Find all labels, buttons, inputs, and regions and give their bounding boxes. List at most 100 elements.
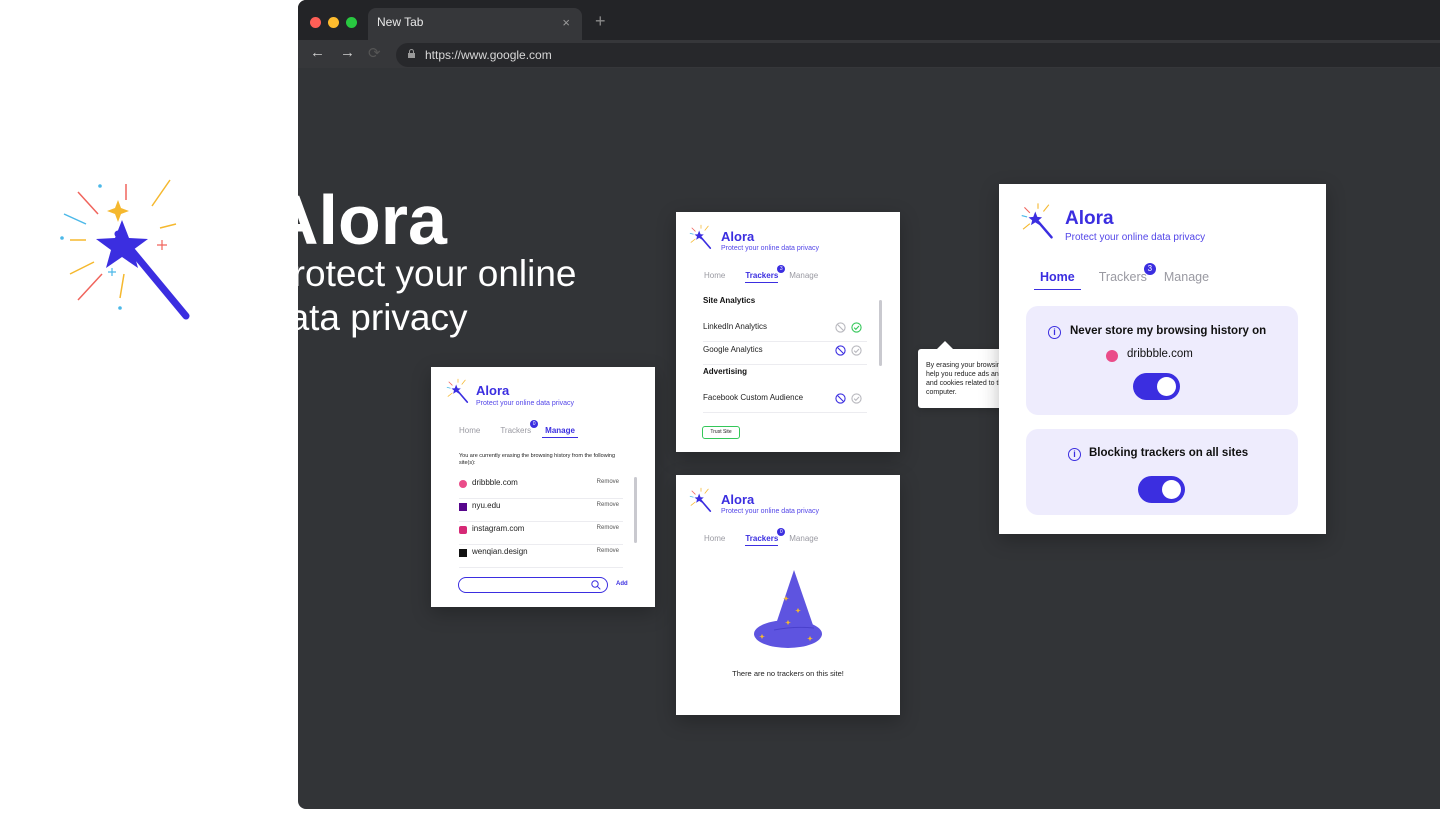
reload-icon[interactable]: ⟳ bbox=[368, 44, 381, 62]
tab-home[interactable]: Home bbox=[1034, 270, 1081, 290]
lock-icon bbox=[408, 49, 415, 58]
tab-title: New Tab bbox=[377, 15, 424, 29]
history-card: i Never store my browsing history on dri… bbox=[1026, 306, 1298, 415]
tab-home[interactable]: Home bbox=[704, 271, 725, 283]
tracker-row: LinkedIn Analytics bbox=[703, 318, 867, 342]
tracker-row: Google Analytics bbox=[703, 341, 867, 365]
tracker-name: LinkedIn Analytics bbox=[703, 322, 768, 331]
panel-tabs: Home Trackers 3 Manage bbox=[704, 265, 818, 283]
info-icon[interactable]: i bbox=[1068, 448, 1081, 461]
tab-trackers[interactable]: Trackers 3 bbox=[1098, 263, 1156, 290]
tab-trackers[interactable]: Trackers 3 bbox=[745, 265, 786, 283]
page: New Tab × + ← → ⟳ https://www.google.com… bbox=[0, 0, 1440, 825]
tab-trackers-label: Trackers bbox=[745, 271, 779, 280]
toggle-knob bbox=[1162, 480, 1181, 499]
trackers-card-title: Blocking trackers on all sites bbox=[1089, 447, 1249, 459]
tab-manage[interactable]: Manage bbox=[1164, 270, 1209, 290]
brand-tagline: Protect your online data privacy bbox=[721, 245, 820, 252]
tab-trackers-label: Trackers bbox=[1098, 270, 1147, 284]
brand-name: Alora bbox=[721, 492, 755, 507]
back-arrow-icon[interactable]: ← bbox=[310, 44, 325, 61]
tab-trackers[interactable]: Trackers 0 bbox=[745, 528, 786, 546]
tab-manage[interactable]: Manage bbox=[789, 271, 818, 283]
tab-trackers-label: Trackers bbox=[745, 534, 779, 543]
trackers-count-badge: 3 bbox=[777, 265, 786, 273]
url-text: https://www.google.com bbox=[425, 48, 552, 62]
minimize-window-dot[interactable] bbox=[328, 17, 339, 28]
address-bar[interactable]: https://www.google.com bbox=[396, 43, 1440, 67]
trackers-card: i Blocking trackers on all sites bbox=[1026, 429, 1298, 515]
tab-manage[interactable]: Manage bbox=[789, 534, 818, 546]
tab-trackers-label: Trackers bbox=[500, 426, 532, 435]
browser-toolbar: ← → ⟳ https://www.google.com bbox=[298, 40, 1440, 68]
site-favicon-icon bbox=[459, 549, 467, 557]
site-row: nyu.edu Remove bbox=[459, 499, 623, 522]
magic-wand-icon bbox=[689, 487, 712, 512]
home-panel: Alora Protect your online data privacy H… bbox=[999, 184, 1326, 534]
history-toggle[interactable] bbox=[1133, 373, 1180, 400]
maximize-window-dot[interactable] bbox=[346, 17, 357, 28]
panel-tabs: Home Trackers 0 Manage bbox=[704, 528, 818, 546]
brand-tagline: Protect your online data privacy bbox=[476, 400, 575, 407]
tab-trackers[interactable]: Trackers 0 bbox=[500, 420, 539, 438]
empty-trackers-panel: Alora Protect your online data privacy H… bbox=[676, 475, 900, 715]
site-favicon-icon bbox=[459, 503, 467, 511]
close-window-dot[interactable] bbox=[310, 17, 321, 28]
magic-wand-icon bbox=[1021, 203, 1053, 239]
wizard-hat-icon bbox=[754, 570, 822, 648]
tracker-section-title: Advertising bbox=[703, 367, 748, 376]
tab-bar: New Tab × + bbox=[298, 0, 1440, 40]
tab-manage[interactable]: Manage bbox=[542, 426, 578, 438]
panel-tabs: Home Trackers 0 Manage bbox=[459, 420, 578, 438]
block-icon[interactable] bbox=[835, 322, 846, 333]
magic-wand-icon bbox=[689, 224, 712, 249]
new-tab-icon[interactable]: + bbox=[595, 11, 606, 32]
site-name: instagram.com bbox=[472, 524, 525, 533]
site-row: wenqian.design Remove bbox=[459, 545, 623, 568]
remove-site-button[interactable]: Remove bbox=[597, 548, 619, 554]
block-icon[interactable] bbox=[835, 345, 846, 356]
no-trackers-message: There are no trackers on this site! bbox=[732, 669, 844, 678]
tracker-name: Facebook Custom Audience bbox=[703, 393, 804, 402]
site-name: nyu.edu bbox=[472, 501, 501, 510]
remove-site-button[interactable]: Remove bbox=[597, 502, 619, 508]
tab-close-icon[interactable]: × bbox=[562, 15, 570, 30]
hero-subtitle: Protect your online data privacy bbox=[298, 253, 577, 338]
trackers-panel: Alora Protect your online data privacy H… bbox=[676, 212, 900, 452]
browser-tab[interactable]: New Tab × bbox=[368, 8, 582, 40]
trackers-count-badge: 3 bbox=[1143, 263, 1156, 275]
block-icon[interactable] bbox=[835, 393, 846, 404]
site-row: dribbble.com Remove bbox=[459, 476, 623, 499]
manage-intro-text: You are currently erasing the browsing h… bbox=[459, 453, 616, 466]
trust-site-button[interactable]: Trust Site bbox=[702, 426, 740, 439]
tab-home[interactable]: Home bbox=[704, 534, 725, 546]
tooltip-arrow bbox=[937, 341, 953, 349]
tab-home[interactable]: Home bbox=[459, 426, 480, 438]
manage-panel: Alora Protect your online data privacy H… bbox=[431, 367, 655, 607]
tracker-row: Facebook Custom Audience bbox=[703, 389, 867, 413]
check-icon[interactable] bbox=[851, 322, 862, 333]
site-list-scrollbar[interactable] bbox=[634, 477, 637, 543]
tracker-section-title: Site Analytics bbox=[703, 296, 756, 305]
site-name: dribbble.com bbox=[472, 478, 518, 487]
add-button[interactable]: Add bbox=[616, 581, 628, 587]
trackers-count-badge: 0 bbox=[530, 420, 539, 428]
remove-site-button[interactable]: Remove bbox=[597, 479, 619, 485]
check-icon[interactable] bbox=[851, 345, 862, 356]
tracker-list-scrollbar[interactable] bbox=[879, 300, 882, 366]
hero-title: Alora bbox=[298, 181, 447, 259]
info-icon[interactable]: i bbox=[1048, 326, 1061, 339]
brand-tagline: Protect your online data privacy bbox=[721, 508, 820, 515]
history-site-name: dribbble.com bbox=[1127, 348, 1193, 360]
brand-name: Alora bbox=[476, 383, 510, 398]
check-icon[interactable] bbox=[851, 393, 862, 404]
remove-site-button[interactable]: Remove bbox=[597, 525, 619, 531]
search-icon bbox=[591, 580, 601, 590]
trackers-count-badge: 0 bbox=[777, 528, 786, 536]
add-site-input[interactable] bbox=[458, 577, 608, 593]
magic-wand-icon bbox=[446, 378, 469, 403]
browser-window: New Tab × + ← → ⟳ https://www.google.com… bbox=[298, 0, 1440, 809]
forward-arrow-icon[interactable]: → bbox=[340, 44, 355, 61]
panel-tabs: Home Trackers 3 Manage bbox=[1034, 263, 1209, 290]
block-trackers-toggle[interactable] bbox=[1138, 476, 1185, 503]
